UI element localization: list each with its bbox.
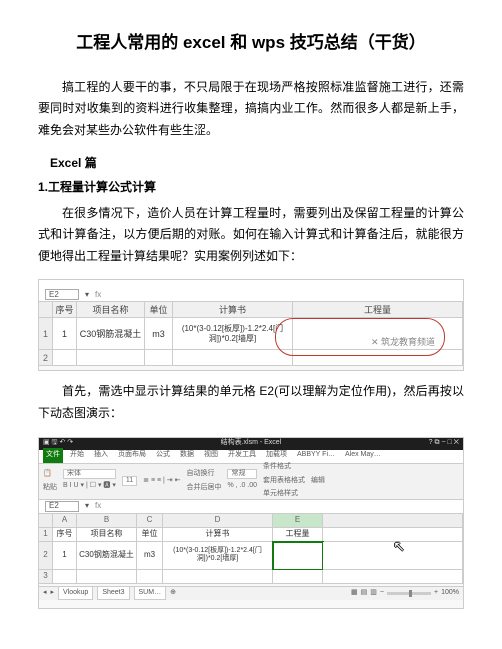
col-b[interactable]: B (77, 514, 137, 528)
screenshot-1: E2 ▾ fx 序号 项目名称 单位 计算书 工程量 1 1 C30钢筋混凝土 … (38, 279, 464, 371)
cell-a2[interactable]: 1 (53, 542, 77, 570)
edit-group: 编辑 (311, 475, 325, 488)
tab-home[interactable]: 开始 (67, 448, 87, 463)
merge-center[interactable]: 合并后居中 (186, 482, 221, 495)
header-seq: 序号 (53, 302, 77, 318)
cell-num: 1 (53, 318, 77, 350)
tab-layout[interactable]: 页面布局 (115, 448, 149, 463)
dropdown-icon-2[interactable]: ▾ (85, 499, 89, 513)
tab-insert[interactable]: 插入 (91, 448, 111, 463)
paste-icon[interactable]: 📋 (43, 468, 57, 481)
view-break-icon[interactable]: ▥ (370, 587, 377, 600)
zoom-out-icon[interactable]: − (380, 587, 384, 600)
col-e[interactable]: E (273, 514, 323, 528)
cell-style[interactable]: 单元格样式 (263, 488, 305, 501)
zoom-slider[interactable] (387, 592, 431, 595)
header-unit: 单位 (145, 302, 173, 318)
h-name[interactable]: 项目名称 (77, 528, 137, 542)
paragraph-2: 在很多情况下，造价人员在计算工程量时，需要列出及保留工程量的计算公式和计算备注，… (38, 203, 464, 268)
cell-d2[interactable]: (10*(3-0.12[板厚])-1.2*2.4[门洞])*0.2[墙厚] (163, 542, 273, 570)
watermark: ✕ 筑龙教育频道 (371, 334, 435, 350)
h-calc[interactable]: 计算书 (163, 528, 273, 542)
header-name: 项目名称 (77, 302, 145, 318)
tab-alex[interactable]: Alex May… (342, 448, 384, 463)
cell-e2-selected[interactable] (273, 542, 323, 570)
sheet-tab-sum[interactable]: SUM… (134, 586, 167, 601)
font-box[interactable]: 宋体 (63, 469, 116, 479)
view-layout-icon[interactable]: ▤ (361, 587, 368, 600)
zoom-value[interactable]: 100% (441, 587, 459, 600)
tab-dev[interactable]: 开发工具 (225, 448, 259, 463)
fx-icon: fx (95, 288, 101, 302)
row-label-2: 2 (39, 350, 53, 366)
cell-c2[interactable]: m3 (137, 542, 163, 570)
sheet-nav-prev-icon[interactable]: ◂ (43, 587, 47, 600)
row-2[interactable]: 2 (39, 542, 53, 570)
paragraph-3: 首先，需选中显示计算结果的单元格 E2(可以理解为定位作用)，然后再按以下动态图… (38, 381, 464, 424)
col-a[interactable]: A (53, 514, 77, 528)
cell-unit: m3 (145, 318, 173, 350)
header-calc: 计算书 (173, 302, 293, 318)
fx-icon-2[interactable]: fx (95, 499, 101, 513)
cond-format[interactable]: 条件格式 (263, 461, 305, 474)
paste-label: 粘贴 (43, 482, 57, 495)
corner[interactable] (39, 514, 53, 528)
tab-view[interactable]: 视图 (201, 448, 221, 463)
ribbon-tabs: 文件 开始 插入 页面布局 公式 数据 视图 开发工具 加载项 ABBYY Fi… (39, 450, 463, 464)
h-seq[interactable]: 序号 (53, 528, 77, 542)
row-label-1: 1 (39, 318, 53, 350)
sheet-tab-sheet3[interactable]: Sheet3 (97, 586, 129, 601)
cell-formula: (10*(3-0.12[板厚])-1.2*2.4[门洞])*0.2[墙厚] (173, 318, 293, 350)
view-normal-icon[interactable]: ▦ (351, 587, 358, 600)
col-d[interactable]: D (163, 514, 273, 528)
font-size-box[interactable]: 11 (122, 476, 137, 486)
window-buttons: ? ⧉ − □ ✕ (429, 437, 459, 450)
sheet-nav-next-icon[interactable]: ▸ (51, 587, 55, 600)
cell-b2[interactable]: C30钢筋混凝土 (77, 542, 137, 570)
screenshot-2: ▣ 🖫 ↶ ↷ 结构表.xlsm - Excel ? ⧉ − □ ✕ 文件 开始… (38, 437, 464, 609)
section-heading-excel: Excel 篇 (50, 153, 464, 175)
page-title: 工程人常用的 excel 和 wps 技巧总结（干货） (38, 28, 464, 59)
name-box-2[interactable]: E2 (45, 501, 79, 512)
dropdown-icon: ▾ (85, 288, 89, 302)
col-c[interactable]: C (137, 514, 163, 528)
header-qty: 工程量 (293, 302, 463, 318)
ribbon-body: 📋 粘贴 宋体 B I U ▾ | ☐ ▾ 🅰 ▾ 11 ≣ ≡ ≡ | ⇥ ⇤… (39, 464, 463, 500)
col-blank[interactable] (323, 514, 463, 528)
tab-file[interactable]: 文件 (43, 448, 63, 463)
cell-name: C30钢筋混凝土 (77, 318, 145, 350)
subsection-heading-1: 1.工程量计算公式计算 (38, 177, 464, 199)
h-unit[interactable]: 单位 (137, 528, 163, 542)
table-format[interactable]: 套用表格格式 (263, 475, 305, 488)
new-sheet-icon[interactable]: ⊕ (170, 587, 176, 600)
zoom-in-icon[interactable]: + (434, 587, 438, 600)
sheet-tab-vlookup[interactable]: Vlookup (58, 586, 93, 601)
number-format[interactable]: 常规 (227, 469, 257, 479)
h-qty[interactable]: 工程量 (273, 528, 323, 542)
row-1[interactable]: 1 (39, 528, 53, 542)
intro-paragraph: 搞工程的人要干的事，不只局限于在现场严格按照标准监督施工进行，还需要同时对收集到… (38, 77, 464, 142)
row-3[interactable]: 3 (39, 570, 53, 584)
tab-formula[interactable]: 公式 (153, 448, 173, 463)
tab-data[interactable]: 数据 (177, 448, 197, 463)
wrap-text[interactable]: 自动换行 (186, 468, 221, 481)
name-box: E2 (45, 289, 79, 300)
